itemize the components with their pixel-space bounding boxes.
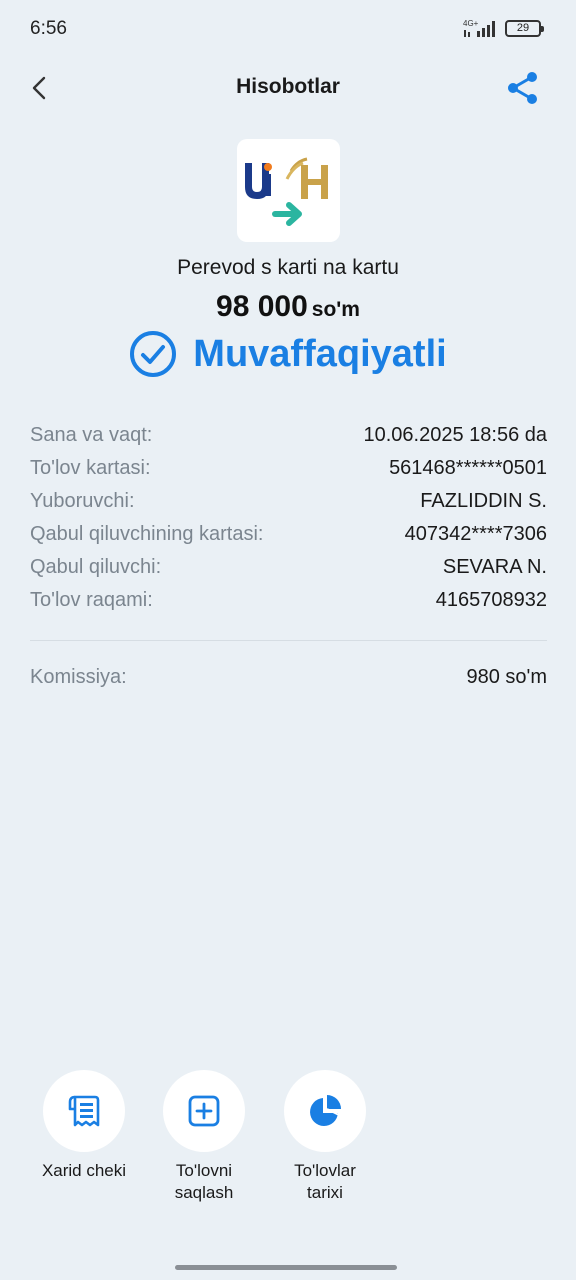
commission-section: Komissiya: 980 so'm <box>30 666 547 699</box>
detail-value: 4165708932 <box>435 589 547 611</box>
share-icon <box>508 72 537 104</box>
svg-text:4G+: 4G+ <box>463 19 479 28</box>
service-logo <box>237 139 340 242</box>
payment-report-screen: 6:56 4G+ 29 Hisobotlar Perevod s karti n… <box>0 0 576 1280</box>
payment-history-button-label: To'lovlar tarixi <box>294 1161 356 1202</box>
detail-label: To'lov kartasi: <box>30 457 151 479</box>
uzcard-humo-logo-icon <box>245 157 328 226</box>
save-payment-button[interactable]: To'lovni saqlash <box>144 1070 264 1204</box>
check-circle-icon <box>130 331 177 377</box>
receipt-button[interactable]: Xarid cheki <box>24 1070 144 1182</box>
detail-value: 10.06.2025 18:56 da <box>363 424 547 446</box>
receipt-button-circle[interactable] <box>43 1070 125 1152</box>
status-bar: 6:56 4G+ 29 <box>0 0 576 58</box>
share-button[interactable] <box>503 68 543 108</box>
detail-value: 561468******0501 <box>389 457 547 479</box>
detail-row-payment-card: To'lov kartasi: 561468******0501 <box>30 457 547 490</box>
status-text: Muvaffaqiyatli <box>193 332 447 375</box>
save-payment-button-label: To'lovni saqlash <box>174 1161 234 1202</box>
page-title: Hisobotlar <box>236 75 340 98</box>
detail-label: Yuboruvchi: <box>30 490 135 512</box>
detail-row-recipient: Qabul qiluvchi: SEVARA N. <box>30 556 547 589</box>
cellular-signal-icon: 4G+ <box>463 19 495 37</box>
detail-value: SEVARA N. <box>442 556 547 578</box>
detail-label: Qabul qiluvchi: <box>30 556 162 578</box>
receipt-icon <box>68 1095 100 1127</box>
top-app-bar: Hisobotlar <box>0 58 576 118</box>
transfer-description: Perevod s karti na kartu <box>177 256 399 279</box>
detail-row-payment-number: To'lov raqami: 4165708932 <box>30 589 547 622</box>
save-payment-button-circle[interactable] <box>163 1070 245 1152</box>
detail-row-recipient-card: Qabul qiluvchining kartasi: 407342****73… <box>30 523 547 556</box>
add-square-icon <box>188 1095 220 1127</box>
detail-row-sender: Yuboruvchi: FAZLIDDIN S. <box>30 490 547 523</box>
payment-history-button-circle[interactable] <box>284 1070 366 1152</box>
transfer-amount: 98 000 so'm <box>0 290 576 324</box>
home-indicator[interactable] <box>175 1265 397 1270</box>
commission-label: Komissiya: <box>30 666 127 688</box>
transaction-details: Sana va vaqt: 10.06.2025 18:56 da To'lov… <box>30 424 547 622</box>
commission-value: 980 so'm <box>466 666 547 688</box>
status-time: 6:56 <box>30 18 67 39</box>
detail-label: Qabul qiluvchining kartasi: <box>30 523 264 545</box>
amount-value: 98 000 <box>216 290 308 323</box>
detail-value: FAZLIDDIN S. <box>420 490 547 512</box>
battery-icon: 29 <box>505 20 544 37</box>
divider <box>30 640 547 641</box>
receipt-button-label: Xarid cheki <box>41 1161 127 1180</box>
detail-label: To'lov raqami: <box>30 589 153 611</box>
detail-value: 407342****7306 <box>404 523 547 545</box>
payment-history-button[interactable]: To'lovlar tarixi <box>265 1070 385 1204</box>
pie-chart-icon <box>310 1095 341 1126</box>
status-banner: Muvaffaqiyatli <box>0 330 576 386</box>
detail-row-commission: Komissiya: 980 so'm <box>30 666 547 699</box>
amount-currency: so'm <box>311 298 360 321</box>
detail-label: Sana va vaqt: <box>30 424 153 446</box>
detail-row-date: Sana va vaqt: 10.06.2025 18:56 da <box>30 424 547 457</box>
